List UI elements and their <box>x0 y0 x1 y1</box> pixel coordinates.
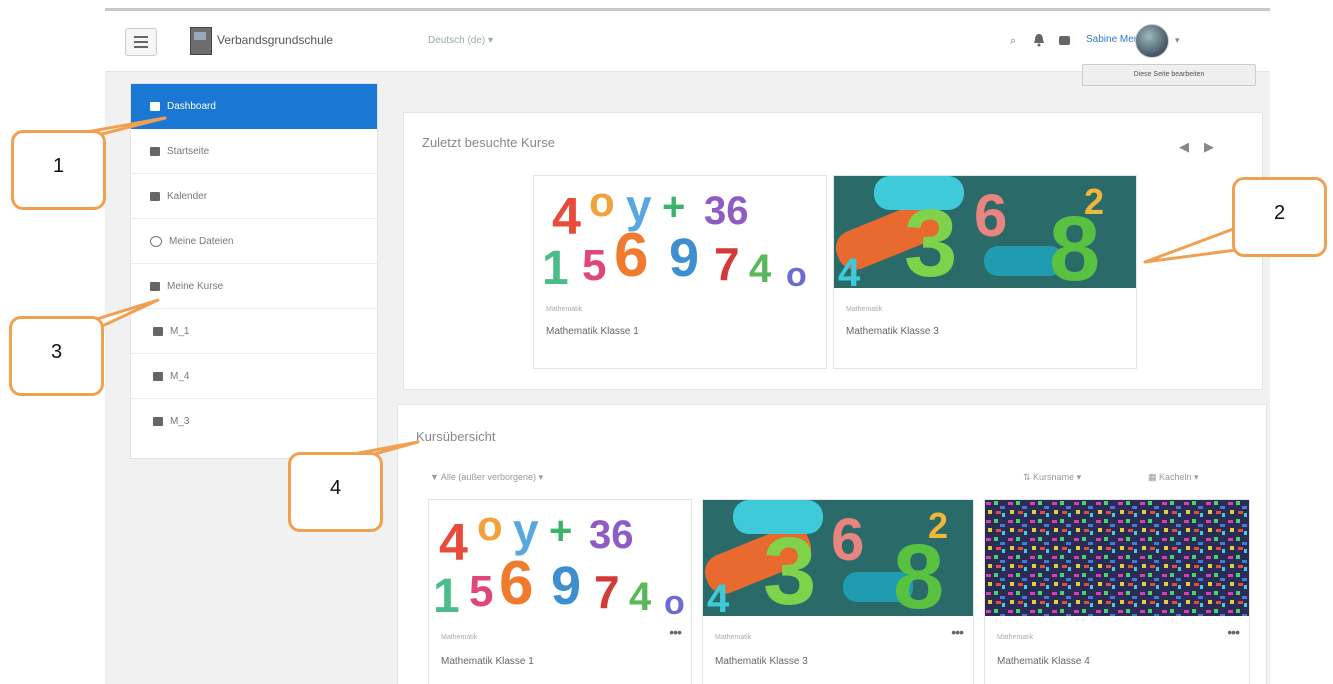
callout-number: 4 <box>329 477 342 499</box>
callout-3: 3 <box>9 316 104 396</box>
callout-number: 3 <box>50 341 63 363</box>
callout-2: 2 <box>1232 177 1327 257</box>
callout-4: 4 <box>288 452 383 532</box>
callout-1: 1 <box>11 130 106 210</box>
callout-number: 2 <box>1273 202 1286 224</box>
callout-pointers <box>66 116 1238 460</box>
callout-2-pointer <box>1143 226 1238 264</box>
callout-number: 1 <box>52 155 65 177</box>
